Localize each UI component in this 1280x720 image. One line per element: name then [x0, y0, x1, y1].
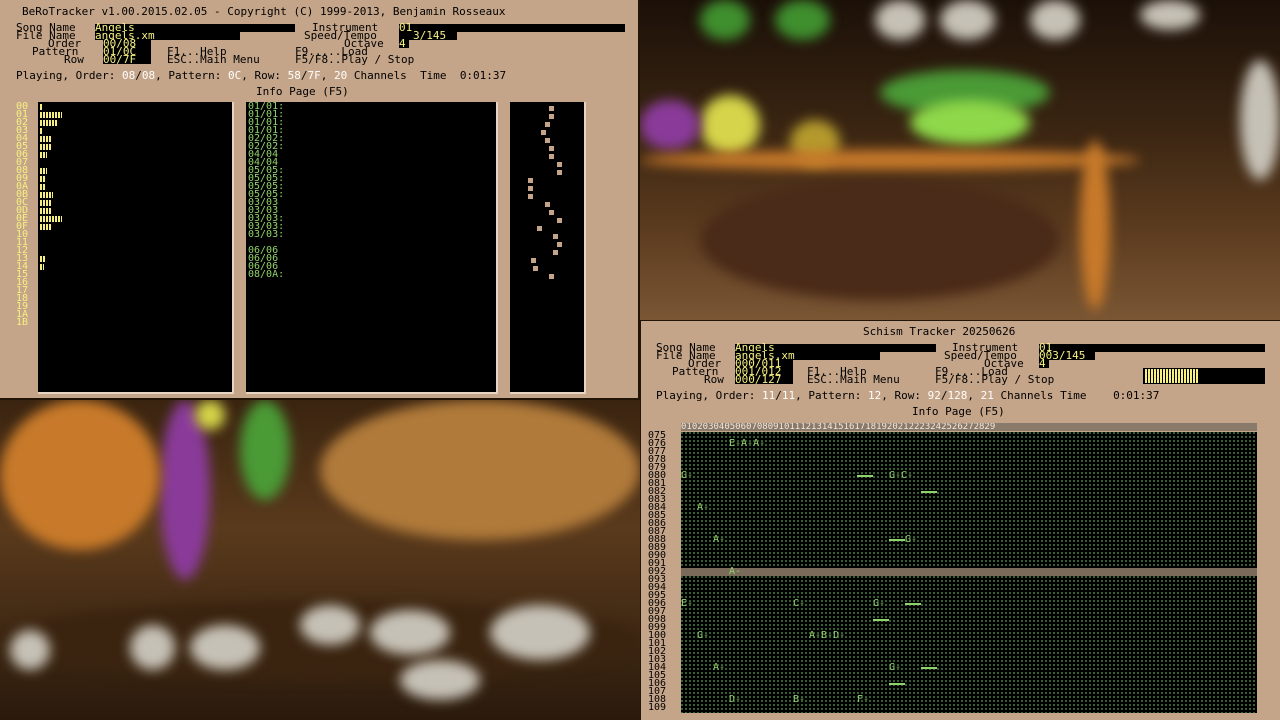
help-f5[interactable]: F5/F8..Play / Stop: [295, 54, 414, 65]
effect-line: [857, 475, 873, 477]
effect-line: [905, 603, 921, 605]
pattern-note[interactable]: A-B-D-: [809, 631, 845, 641]
vu-meter-bar: [40, 152, 47, 158]
channel-header: 0102030405060708091011121314151617181920…: [681, 423, 1257, 431]
pattern-note[interactable]: A-: [713, 535, 725, 545]
note-dot: [549, 114, 554, 119]
pattern-note[interactable]: A-: [713, 663, 725, 673]
note-dot: [549, 210, 554, 215]
row-number-list: 075 076 077 078 079 080 081 082 083 084 085 086 087 0…: [648, 431, 667, 713]
playback-status: Playing, Order: 08/08, Pattern: 0C, Row:…: [16, 69, 507, 82]
note-dot: [557, 162, 562, 167]
vu-meter-bar: [40, 136, 52, 142]
vu-meter-fill: [1145, 369, 1198, 383]
vu-meter-bar: [40, 256, 45, 262]
note-dot: [545, 202, 550, 207]
vu-meter-bar: [40, 168, 47, 174]
pattern-note[interactable]: G-: [697, 631, 709, 641]
vu-meter-bar: [40, 120, 57, 126]
pattern-note[interactable]: G-: [889, 663, 901, 673]
vu-meter-bar: [40, 112, 62, 118]
vu-meter-bar: [40, 104, 42, 110]
playback-status: Playing, Order: 11/11, Pattern: 12, Row:…: [656, 389, 1160, 402]
vu-meter-bar: [40, 192, 53, 198]
vu-meter-bar: [40, 264, 44, 270]
help-esc[interactable]: ESC..Main Menu: [807, 374, 900, 385]
vu-meter-bar: [40, 144, 52, 150]
pattern-note[interactable]: B-: [793, 695, 805, 705]
pattern-note[interactable]: E-: [681, 599, 693, 609]
note-dot: [557, 242, 562, 247]
effect-line: [921, 491, 937, 493]
video-background-top-right: [640, 0, 1280, 320]
pattern-note[interactable]: G-C-: [889, 471, 913, 481]
pattern-note[interactable]: F-: [857, 695, 869, 705]
vu-meter-bar: [40, 208, 51, 214]
sample-list: 01/01: 01/01: 01/01: 01/01: 02/02: 02/02: 04/0…: [248, 102, 285, 280]
note-dot: [531, 258, 536, 263]
window-title: BeRoTracker v1.00.2015.02.05 - Copyright…: [22, 5, 506, 18]
speed-tempo-field[interactable]: 003/145: [1039, 350, 1095, 361]
vu-meter-bar: [40, 224, 52, 230]
pattern-note[interactable]: A-: [729, 567, 741, 577]
effect-line: [873, 619, 889, 621]
effect-line: [889, 539, 905, 541]
vu-meter: [1143, 368, 1265, 384]
note-dot: [533, 266, 538, 271]
channel-number: 1B: [16, 317, 29, 328]
pattern-note[interactable]: G-: [873, 599, 885, 609]
pattern-note[interactable]: C-: [793, 599, 805, 609]
note-dot: [549, 146, 554, 151]
note-dot: [545, 122, 550, 127]
info-page-title: Info Page (F5): [912, 405, 1005, 418]
row-label: Row: [704, 373, 724, 386]
vu-meter-bar: [40, 200, 51, 206]
channel-number-list: 00 01 02 03 04 05 06 07 08 09 0A 0B 0C 0D 0E 0F 10 11 12 13…: [16, 102, 29, 328]
pattern-note[interactable]: G-: [905, 535, 917, 545]
octave-field[interactable]: 4: [399, 38, 409, 49]
video-background-bottom-left: [0, 400, 640, 720]
row-field[interactable]: 00/7F: [103, 54, 151, 65]
vu-meter-bar: [40, 128, 42, 134]
pattern-note[interactable]: G-: [681, 471, 693, 481]
pattern-note[interactable]: E-A-A-: [729, 439, 765, 449]
speed-tempo-field[interactable]: 3/145: [399, 30, 457, 41]
pattern-note[interactable]: D-: [729, 695, 741, 705]
current-row-highlight: [681, 568, 1257, 576]
channel-vu-panel: [38, 102, 234, 394]
note-dot: [553, 234, 558, 239]
schism-tracker-window: Schism Tracker 20250626 Song Name File N…: [641, 321, 1280, 720]
note-dot: [549, 154, 554, 159]
note-dot: [537, 226, 542, 231]
row-number: 109: [648, 702, 667, 713]
note-dot: [541, 130, 546, 135]
effect-line: [889, 683, 905, 685]
vu-meter-bar: [40, 184, 45, 190]
note-dot: [557, 218, 562, 223]
note-dot: [557, 170, 562, 175]
note-dot: [528, 186, 533, 191]
berotracker-window: BeRoTracker v1.00.2015.02.05 - Copyright…: [0, 0, 638, 398]
vu-meter-bar: [40, 176, 45, 182]
note-dot: [545, 138, 550, 143]
note-dot: [553, 250, 558, 255]
pattern-note[interactable]: A-: [697, 503, 709, 513]
note-dot: [528, 194, 533, 199]
note-dot: [549, 274, 554, 279]
effect-line: [921, 667, 937, 669]
note-dot: [549, 106, 554, 111]
window-title: Schism Tracker 20250626: [863, 325, 1016, 338]
help-esc[interactable]: ESC..Main Menu: [167, 54, 260, 65]
octave-field[interactable]: 4: [1039, 358, 1049, 369]
sample-row: 08/0A:: [248, 269, 285, 280]
info-page-title: Info Page (F5): [256, 85, 349, 98]
vu-meter-bar: [40, 216, 62, 222]
note-dot: [528, 178, 533, 183]
row-label: Row: [64, 53, 84, 66]
help-f5[interactable]: F5/F8..Play / Stop: [935, 374, 1054, 385]
row-field[interactable]: 000/127: [735, 374, 793, 385]
note-position-panel: [510, 102, 586, 394]
